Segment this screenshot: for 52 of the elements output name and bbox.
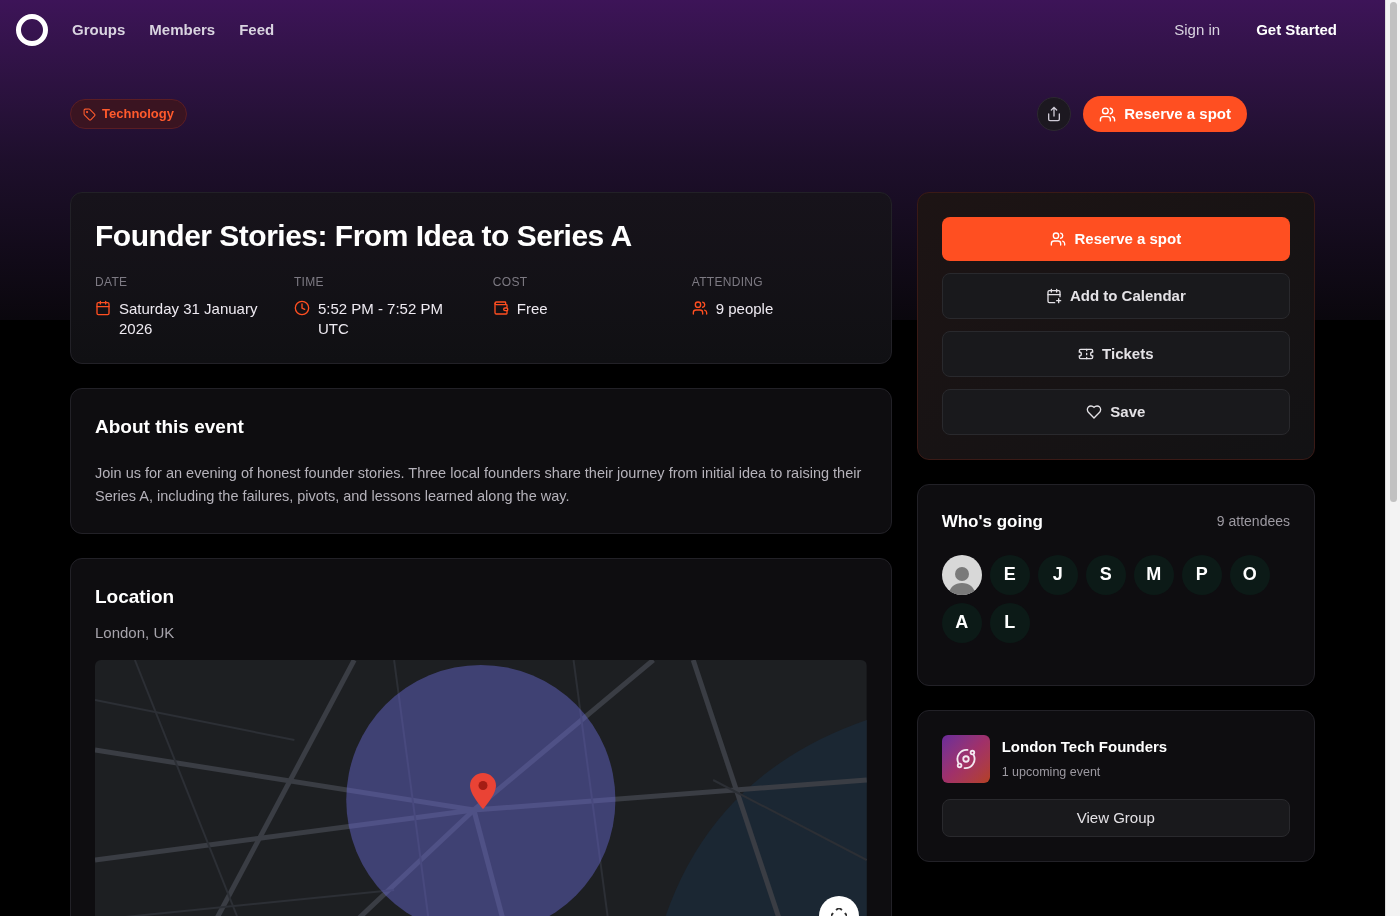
calendar-plus-icon <box>1045 288 1062 304</box>
tag-icon <box>83 107 96 121</box>
avatar-initial[interactable]: A <box>941 602 982 643</box>
avatar-initial[interactable]: E <box>989 554 1030 595</box>
sign-in-link[interactable]: Sign in <box>1162 18 1233 42</box>
orbit-icon <box>954 748 977 770</box>
action-button[interactable]: Tickets <box>941 331 1290 377</box>
clock-icon <box>293 300 310 316</box>
detail-value: 5:52 PM - 7:52 PM UTC <box>317 299 444 339</box>
avatar[interactable] <box>941 554 982 595</box>
event-description: Join us for an evening of honest founder stories. Three local founders share their journey from initial idea to raising their Series A, including the failures, pivots, and lessons learned along the way. <box>95 463 863 506</box>
avatar-initial[interactable]: J <box>1037 554 1078 595</box>
group-name[interactable]: London Tech Founders <box>1001 736 1168 759</box>
detail-label: ATTENDING <box>691 274 764 291</box>
section-title: Who's going <box>941 511 1043 533</box>
calendar-icon <box>95 300 111 316</box>
get-started-button[interactable]: Get Started <box>1240 12 1353 48</box>
heart-icon <box>1086 404 1103 420</box>
attendee-count: 9 attendees <box>1216 512 1290 532</box>
detail-value: 9 people <box>715 299 774 319</box>
wallet-icon <box>492 300 509 316</box>
nav-link[interactable]: Feed <box>239 18 275 42</box>
detail-label: TIME <box>293 274 325 291</box>
scrollbar[interactable] <box>1385 0 1400 916</box>
detail-value: Free <box>516 299 548 319</box>
share-icon <box>1046 106 1063 122</box>
people-icon <box>1050 231 1067 247</box>
location-text: London, UK <box>95 622 176 643</box>
avatar-initial[interactable]: O <box>1229 554 1270 595</box>
section-title: About this event <box>95 415 245 439</box>
action-button[interactable]: Add to Calendar <box>941 273 1290 319</box>
people-icon <box>691 300 708 316</box>
map-pin-icon <box>470 773 496 809</box>
avatar-initial[interactable]: M <box>1133 554 1174 595</box>
avatar-initial[interactable]: P <box>1181 554 1222 595</box>
ticket-icon <box>1078 346 1095 362</box>
logo-icon[interactable] <box>16 14 48 46</box>
section-title: Location <box>95 585 176 609</box>
detail-label: DATE <box>95 274 129 291</box>
group-subtitle: 1 upcoming event <box>1001 763 1102 781</box>
group-logo[interactable] <box>941 735 990 783</box>
nav-link[interactable]: Groups <box>72 18 126 42</box>
nav-link[interactable]: Members <box>149 18 216 42</box>
view-group-button[interactable]: View Group <box>941 799 1290 837</box>
people-icon <box>1099 105 1117 123</box>
action-button[interactable]: Save <box>941 389 1290 435</box>
detail-label: COST <box>492 274 529 291</box>
detail-value: Saturday 31 January 2026 <box>119 299 259 339</box>
event-title: Founder Stories: From Idea to Series A <box>95 218 633 254</box>
category-tag[interactable]: Technology <box>70 99 187 129</box>
avatar-initial[interactable]: L <box>989 602 1030 643</box>
avatar-initial[interactable]: S <box>1085 554 1126 595</box>
